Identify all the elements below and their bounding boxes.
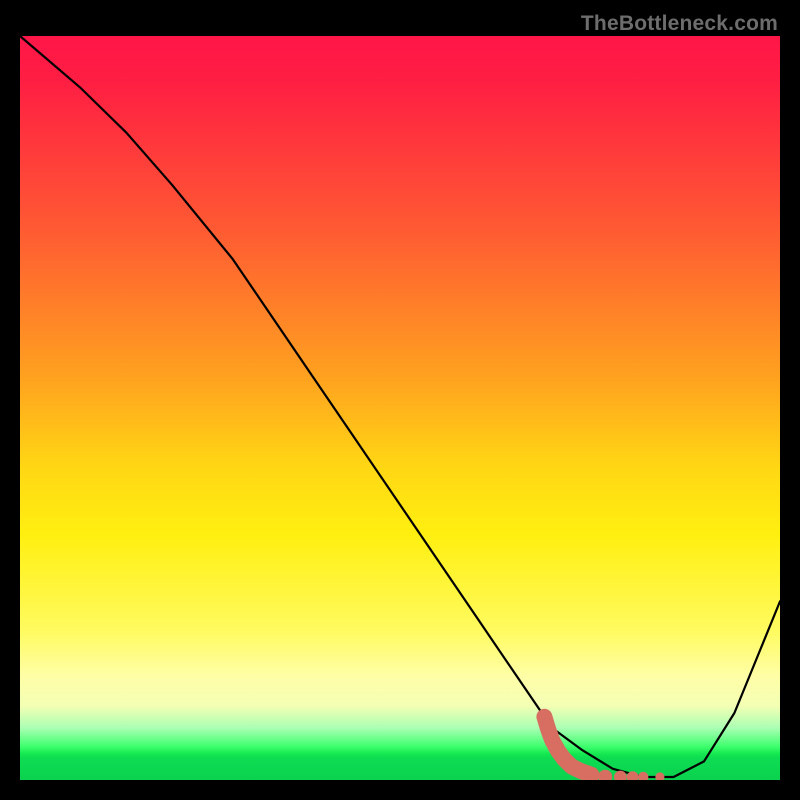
highlight-dot (638, 772, 648, 780)
highlight-cluster-stroke (544, 717, 591, 775)
bottleneck-curve (20, 36, 780, 777)
chart-frame: TheBottleneck.com (12, 12, 788, 788)
highlight-dot (598, 770, 612, 780)
plot-area (20, 36, 780, 780)
bottleneck-curve-path (20, 36, 780, 777)
highlight-dot (655, 772, 664, 780)
highlight-cluster (544, 717, 664, 780)
watermark-text: TheBottleneck.com (581, 12, 778, 36)
plot-svg (20, 36, 780, 780)
